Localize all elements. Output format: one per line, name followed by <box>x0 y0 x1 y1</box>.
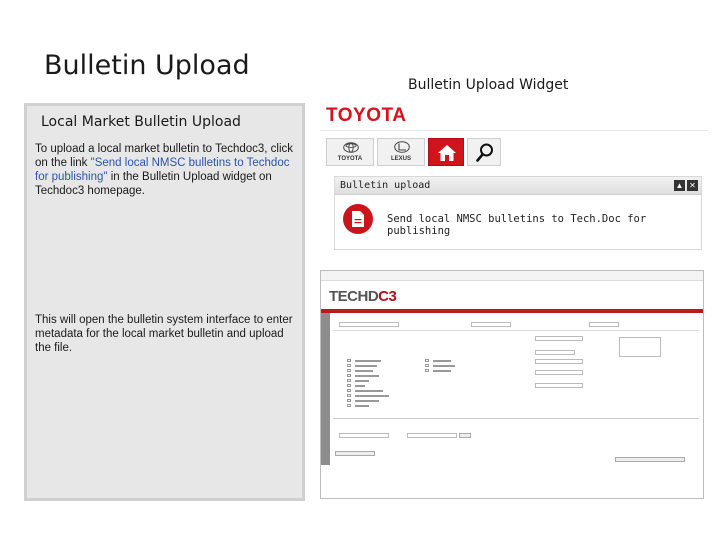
tree-item[interactable] <box>347 359 387 362</box>
tree-item[interactable] <box>425 364 465 367</box>
file-field[interactable] <box>339 433 389 438</box>
file-path-field[interactable] <box>407 433 457 438</box>
widget-header-controls: ▲ ✕ <box>674 180 698 191</box>
bulletin-file-upload-section <box>333 418 699 448</box>
lexus-brand-label: LEXUS <box>390 156 411 162</box>
tree-item[interactable] <box>425 369 465 372</box>
lexus-brand-button[interactable]: LEXUS <box>377 138 425 166</box>
tree-item[interactable] <box>347 369 387 372</box>
toyota-logo: TOYOTA <box>326 105 407 126</box>
tree-item[interactable] <box>347 374 387 377</box>
slide-title: Bulletin Upload <box>44 50 250 81</box>
close-icon[interactable]: ✕ <box>687 180 698 191</box>
metadata-field[interactable] <box>535 350 575 355</box>
form-actions <box>333 449 699 462</box>
send-local-bulletins-link[interactable]: Send local NMSC bulletins to Tech.Doc fo… <box>387 213 701 237</box>
instruction-paragraph-1: To upload a local market bulletin to Tec… <box>35 142 297 198</box>
home-button[interactable] <box>428 138 464 166</box>
multi-select-list[interactable] <box>619 337 661 357</box>
search-icon <box>476 143 493 162</box>
bulletin-upload-widget: Bulletin upload ▲ ✕ Send local NMSC bull… <box>334 176 702 250</box>
tree-item[interactable] <box>347 389 387 392</box>
tree-item[interactable] <box>347 384 387 387</box>
metadata-field[interactable] <box>535 359 583 364</box>
home-icon <box>438 145 456 161</box>
tree-item[interactable] <box>347 379 387 382</box>
description-panel: Local Market Bulletin Upload To upload a… <box>24 103 305 501</box>
instruction-paragraph-2: This will open the bulletin system inter… <box>35 314 293 354</box>
toyota-emblem-icon <box>343 142 359 153</box>
submit-button[interactable] <box>335 451 375 456</box>
metadata-field[interactable] <box>535 383 583 388</box>
metadata-field[interactable] <box>471 322 511 327</box>
tree-item[interactable] <box>347 404 387 407</box>
bulletin-metadata-form-row <box>333 315 699 331</box>
document-upload-icon <box>343 204 373 234</box>
header-divider <box>320 130 708 131</box>
tree-item[interactable] <box>347 394 389 397</box>
brand-toolbar: TOYOTA LEXUS <box>326 138 501 166</box>
techdoc3-sidebar <box>321 313 330 465</box>
metadata-field[interactable] <box>339 322 399 327</box>
techdoc3-logo: TECHDC3 <box>329 288 397 305</box>
search-button[interactable] <box>467 138 501 166</box>
toyota-homepage-screenshot: TOYOTA TOYOTA LEXUS Bulletin upload ▲ ✕ … <box>320 98 708 258</box>
tree-item[interactable] <box>347 399 387 402</box>
techdoc3-logo-prefix: TECHD <box>329 288 379 305</box>
widget-screenshot-caption: Bulletin Upload Widget <box>408 77 569 93</box>
panel-heading: Local Market Bulletin Upload <box>41 114 241 130</box>
metadata-field[interactable] <box>589 322 619 327</box>
tree-item[interactable] <box>425 359 465 362</box>
metadata-field[interactable] <box>535 336 583 341</box>
techdoc3-bulletin-system-screenshot: TECHDC3 <box>320 270 704 499</box>
techdoc3-red-header-bar <box>321 309 703 313</box>
browse-button[interactable] <box>459 433 471 438</box>
toyota-brand-button[interactable]: TOYOTA <box>326 138 374 166</box>
techdoc3-logo-suffix: C3 <box>378 288 397 305</box>
bulletin-metadata-grid <box>333 333 699 415</box>
metadata-field[interactable] <box>535 370 583 375</box>
lexus-emblem-icon <box>394 141 410 153</box>
toyota-brand-label: TOYOTA <box>337 156 363 162</box>
browser-url-bar <box>321 271 703 281</box>
tree-item[interactable] <box>347 364 387 367</box>
bulletin-upload-widget-header: Bulletin upload ▲ ✕ <box>335 177 701 195</box>
bulletin-upload-widget-title: Bulletin upload <box>340 180 431 191</box>
pager-controls[interactable] <box>615 457 685 462</box>
collapse-icon[interactable]: ▲ <box>674 180 685 191</box>
